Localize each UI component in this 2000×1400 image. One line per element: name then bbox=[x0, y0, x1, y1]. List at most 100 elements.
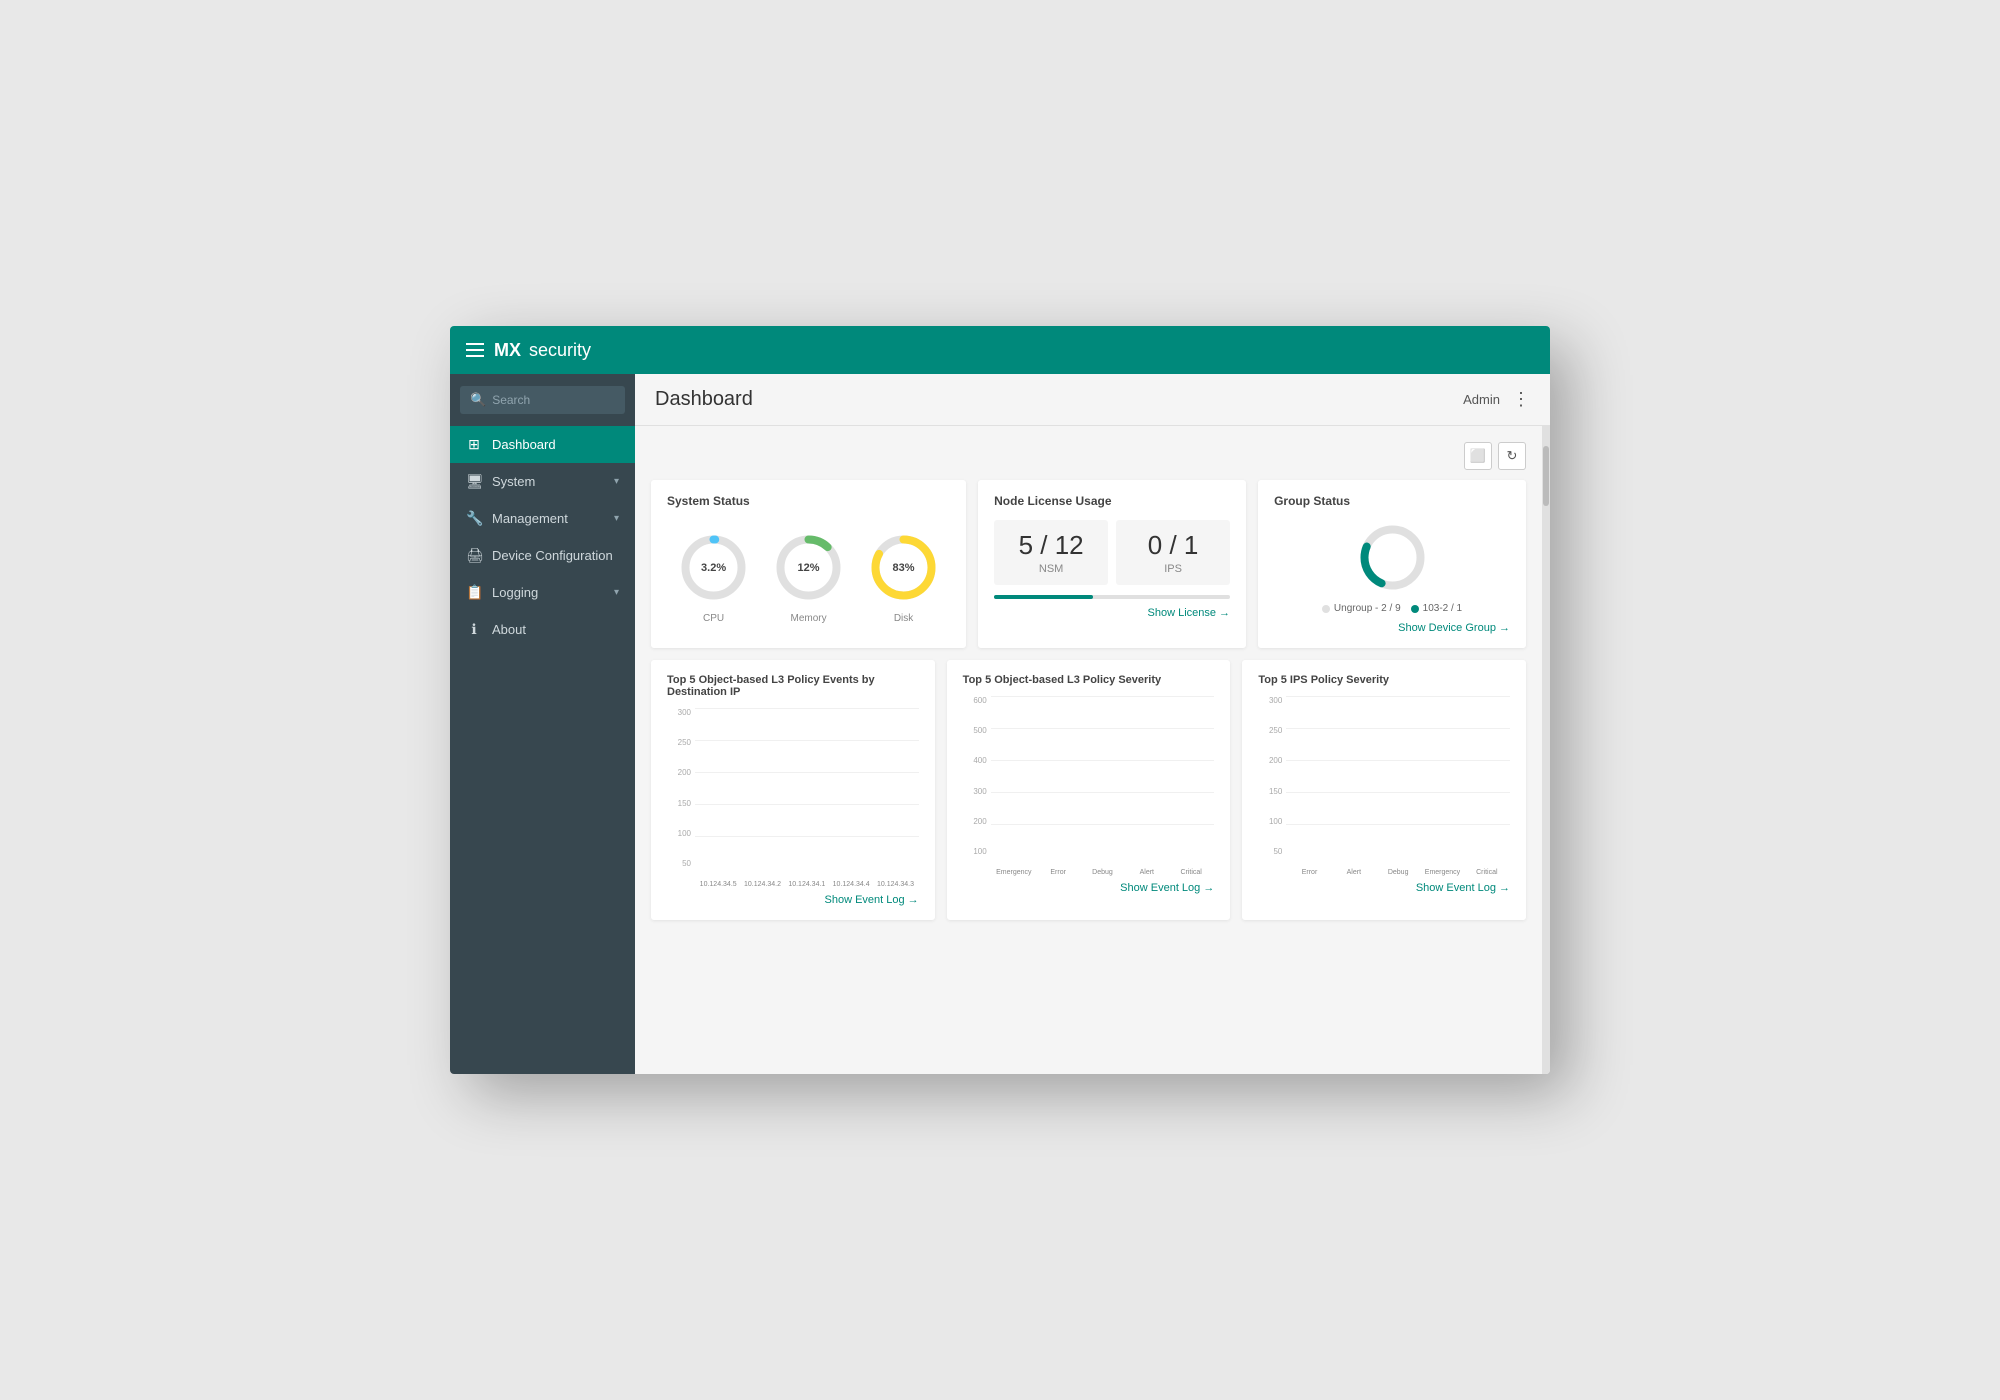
y-label: 200 bbox=[1258, 756, 1286, 765]
show-event-log-link-1[interactable]: Show Event Log → bbox=[667, 894, 919, 906]
logo-security: security bbox=[529, 340, 591, 361]
y-label: 300 bbox=[963, 787, 991, 796]
cpu-label: CPU bbox=[703, 613, 724, 624]
show-event-log-link-2[interactable]: Show Event Log → bbox=[963, 882, 1215, 894]
scrollbar[interactable] bbox=[1542, 426, 1550, 1074]
disk-gauge: 83% Disk bbox=[866, 530, 941, 624]
x-label: Debug bbox=[1379, 869, 1417, 876]
content-scroll: ⬜ ↻ System Status bbox=[635, 426, 1542, 1074]
sidebar-item-system[interactable]: 🖥 System ▾ bbox=[450, 463, 635, 500]
sidebar-item-management[interactable]: 🔧 Management ▾ bbox=[450, 500, 635, 537]
legend-active-label: 103-2 / 1 bbox=[1423, 603, 1462, 614]
sidebar-label-device-config: Device Configuration bbox=[492, 548, 619, 563]
sidebar-label-logging: Logging bbox=[492, 585, 604, 600]
chart1-area: 300 250 200 150 100 50 bbox=[667, 708, 919, 888]
chart3-bars bbox=[1286, 701, 1510, 856]
chart1-card: Top 5 Object-based L3 Policy Events by D… bbox=[651, 660, 935, 920]
ips-license-box: 0 / 1 IPS bbox=[1116, 520, 1230, 585]
sidebar-label-dashboard: Dashboard bbox=[492, 437, 619, 452]
export-icon[interactable]: ⬜ bbox=[1464, 442, 1492, 470]
show-device-group-link[interactable]: Show Device Group → bbox=[1274, 622, 1510, 634]
header-right: Admin ⋮ bbox=[1463, 389, 1530, 410]
cpu-value: 3.2% bbox=[701, 562, 726, 574]
sidebar-item-logging[interactable]: 📋 Logging ▾ bbox=[450, 574, 635, 611]
x-label: Alert bbox=[1128, 869, 1166, 876]
chart2-card: Top 5 Object-based L3 Policy Severity 60… bbox=[947, 660, 1231, 920]
system-icon: 🖥 bbox=[466, 473, 482, 490]
x-label: Error bbox=[1290, 869, 1328, 876]
logging-icon: 📋 bbox=[466, 584, 482, 601]
show-license-link[interactable]: Show License → bbox=[994, 607, 1230, 619]
x-label: 10.124.34.1 bbox=[788, 881, 826, 888]
x-label: 10.124.34.3 bbox=[876, 881, 914, 888]
nsm-license-box: 5 / 12 NSM bbox=[994, 520, 1108, 585]
cpu-donut: 3.2% bbox=[676, 530, 751, 605]
chart1-title: Top 5 Object-based L3 Policy Events by D… bbox=[667, 674, 919, 698]
x-label: Critical bbox=[1468, 869, 1506, 876]
y-label: 150 bbox=[667, 799, 695, 808]
sidebar-item-dashboard[interactable]: ⊞ Dashboard bbox=[450, 426, 635, 463]
page-title: Dashboard bbox=[655, 388, 753, 411]
management-icon: 🔧 bbox=[466, 510, 482, 527]
group-legend-active: 103-2 / 1 bbox=[1411, 603, 1462, 614]
sidebar: 🔍 ⊞ Dashboard 🖥 System ▾ 🔧 Management ▾ … bbox=[450, 374, 635, 1074]
sidebar-label-management: Management bbox=[492, 511, 604, 526]
x-label: Debug bbox=[1083, 869, 1121, 876]
chart3-area: 300 250 200 150 100 50 bbox=[1258, 696, 1510, 876]
y-label: 100 bbox=[1258, 817, 1286, 826]
chart2-area: 600 500 400 300 200 100 bbox=[963, 696, 1215, 876]
chart2-x-labels: Emergency Error Debug Alert Critical bbox=[991, 869, 1215, 876]
y-label: 100 bbox=[963, 847, 991, 856]
node-license-title: Node License Usage bbox=[994, 494, 1230, 508]
nsm-label: NSM bbox=[1006, 563, 1096, 575]
y-label: 200 bbox=[667, 768, 695, 777]
search-input[interactable] bbox=[492, 393, 615, 407]
x-label: Error bbox=[1039, 869, 1077, 876]
cpu-gauge: 3.2% CPU bbox=[676, 530, 751, 624]
legend-ungroup-label: Ungroup - 2 / 9 bbox=[1334, 603, 1401, 614]
disk-donut: 83% bbox=[866, 530, 941, 605]
chevron-down-icon-3: ▾ bbox=[614, 587, 619, 598]
top-bar: MX security bbox=[450, 326, 1550, 374]
device-config-icon: 🖨 bbox=[466, 547, 482, 564]
sidebar-label-system: System bbox=[492, 474, 604, 489]
group-status-card: Group Status bbox=[1258, 480, 1526, 648]
y-label: 250 bbox=[1258, 726, 1286, 735]
chart3-x-labels: Error Alert Debug Emergency Critical bbox=[1286, 869, 1510, 876]
y-label: 50 bbox=[667, 859, 695, 868]
x-label: 10.124.34.4 bbox=[832, 881, 870, 888]
show-event-log-link-3[interactable]: Show Event Log → bbox=[1258, 882, 1510, 894]
y-label: 200 bbox=[963, 817, 991, 826]
hamburger-menu[interactable] bbox=[466, 343, 484, 357]
search-icon: 🔍 bbox=[470, 392, 486, 408]
memory-gauge: 12% Memory bbox=[771, 530, 846, 624]
y-label: 500 bbox=[963, 726, 991, 735]
search-box[interactable]: 🔍 bbox=[460, 386, 625, 414]
system-status-card: System Status 3.2% bbox=[651, 480, 966, 648]
disk-label: Disk bbox=[894, 613, 913, 624]
x-label: 10.124.34.2 bbox=[743, 881, 781, 888]
memory-value: 12% bbox=[798, 562, 820, 574]
chevron-down-icon: ▾ bbox=[614, 476, 619, 487]
license-row: 5 / 12 NSM 0 / 1 IPS bbox=[994, 520, 1230, 585]
chart1-bars bbox=[695, 713, 919, 868]
group-donut bbox=[1355, 520, 1430, 595]
logo-mx: MX bbox=[494, 340, 521, 361]
chart3-card: Top 5 IPS Policy Severity 300 250 200 15… bbox=[1242, 660, 1526, 920]
about-icon: ℹ bbox=[466, 621, 482, 638]
node-license-card: Node License Usage 5 / 12 NSM 0 / 1 IPS bbox=[978, 480, 1246, 648]
x-label: Emergency bbox=[1423, 869, 1461, 876]
group-status-title: Group Status bbox=[1274, 494, 1510, 508]
chevron-down-icon-2: ▾ bbox=[614, 513, 619, 524]
cards-row-top: System Status 3.2% bbox=[651, 480, 1526, 648]
more-options-icon[interactable]: ⋮ bbox=[1512, 389, 1530, 410]
refresh-icon[interactable]: ↻ bbox=[1498, 442, 1526, 470]
disk-value: 83% bbox=[893, 562, 915, 574]
charts-row: Top 5 Object-based L3 Policy Events by D… bbox=[651, 660, 1526, 920]
sidebar-item-device-config[interactable]: 🖨 Device Configuration bbox=[450, 537, 635, 574]
sidebar-item-about[interactable]: ℹ About bbox=[450, 611, 635, 648]
chart2-title: Top 5 Object-based L3 Policy Severity bbox=[963, 674, 1215, 686]
x-label: Alert bbox=[1335, 869, 1373, 876]
chart1-x-labels: 10.124.34.5 10.124.34.2 10.124.34.1 10.1… bbox=[695, 881, 919, 888]
scrollbar-thumb[interactable] bbox=[1543, 446, 1549, 506]
